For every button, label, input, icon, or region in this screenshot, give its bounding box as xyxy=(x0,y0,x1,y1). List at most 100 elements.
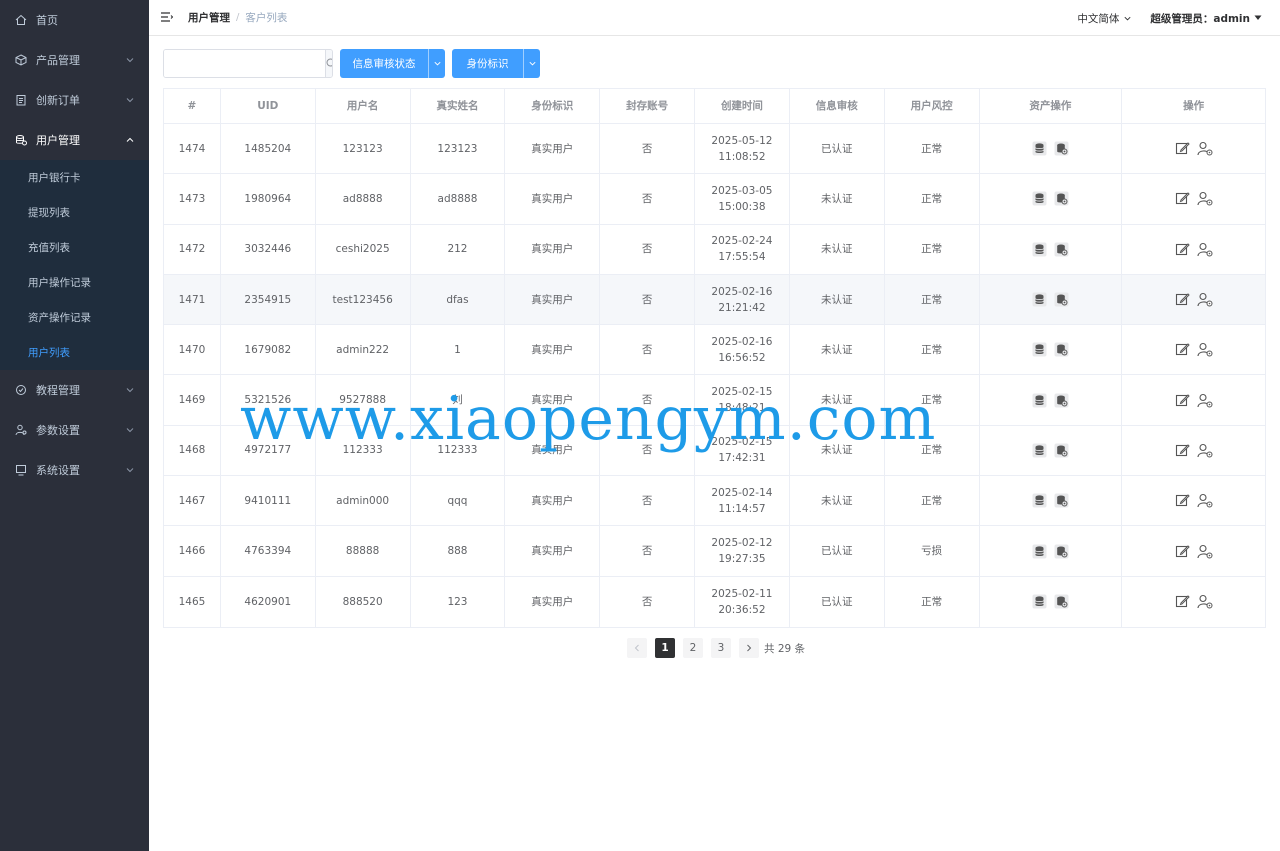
asset-database-icon[interactable] xyxy=(1031,342,1047,358)
table-cell: 123123 xyxy=(411,124,506,174)
table-cell: 正常 xyxy=(885,425,980,476)
asset-database-icon[interactable] xyxy=(1031,241,1047,257)
user-settings-icon[interactable] xyxy=(1197,442,1213,458)
table-cell: 正常 xyxy=(885,174,980,224)
status-filter-button[interactable]: 信息审核状态 xyxy=(340,49,428,78)
status-filter-toggle[interactable] xyxy=(428,49,445,78)
edit-icon[interactable] xyxy=(1175,191,1191,207)
table-row[interactable]: 1466 4763394 88888 888 真实用户否 2025-02-12 19:27… xyxy=(164,526,1265,577)
hamburger-icon[interactable] xyxy=(160,11,174,25)
table-cell: ceshi2025 xyxy=(316,224,411,274)
sidebar-item-tutorials[interactable]: 教程管理 xyxy=(0,370,149,410)
table-cell: 1471 xyxy=(164,274,221,325)
search-group xyxy=(163,49,333,78)
table-cell: 2354915 xyxy=(221,274,316,325)
search-button[interactable] xyxy=(325,50,332,77)
table-row[interactable]: 1467 9410111 admin000 qqq 真实用户否 2025-02-14 11… xyxy=(164,476,1265,527)
edit-icon[interactable] xyxy=(1175,241,1191,257)
asset-database-icon[interactable] xyxy=(1031,392,1047,408)
table-cell: 已认证 xyxy=(790,124,885,174)
user-settings-icon[interactable] xyxy=(1197,342,1213,358)
asset-database-icon[interactable] xyxy=(1031,493,1047,509)
asset-database-icon[interactable] xyxy=(1031,543,1047,559)
table-cell: 正常 xyxy=(885,576,980,627)
asset-settings-icon[interactable] xyxy=(1053,191,1069,207)
table-row[interactable]: 1471 2354915 test123456 dfas 真实用户否 2025-02-16… xyxy=(164,274,1265,326)
asset-settings-icon[interactable] xyxy=(1053,594,1069,610)
user-settings-icon[interactable] xyxy=(1197,141,1213,157)
asset-settings-icon[interactable] xyxy=(1053,342,1069,358)
asset-database-icon[interactable] xyxy=(1031,141,1047,157)
admin-menu[interactable]: 超级管理员：admin xyxy=(1150,11,1262,26)
sidebar-item-params[interactable]: 参数设置 xyxy=(0,410,149,450)
sidebar-item-users[interactable]: 用户管理 xyxy=(0,120,149,160)
edit-icon[interactable] xyxy=(1175,392,1191,408)
table-row[interactable]: 1473 1980964 ad8888 ad8888 真实用户否 2025-03-05 1… xyxy=(164,174,1265,225)
submenu-item-deposits[interactable]: 充值列表 xyxy=(0,230,149,265)
submenu-item-user-list[interactable]: 用户列表 xyxy=(0,335,149,370)
edit-icon[interactable] xyxy=(1175,342,1191,358)
user-settings-icon[interactable] xyxy=(1197,241,1213,257)
asset-settings-icon[interactable] xyxy=(1053,392,1069,408)
page-button-3[interactable]: 3 xyxy=(711,638,731,658)
search-input[interactable] xyxy=(164,50,325,77)
asset-database-icon[interactable] xyxy=(1031,292,1047,308)
table-cell: 真实用户 xyxy=(505,325,601,375)
asset-settings-icon[interactable] xyxy=(1053,442,1069,458)
prev-page-button[interactable] xyxy=(627,638,647,658)
monitor-icon xyxy=(14,463,28,477)
table-cell: 4763394 xyxy=(221,526,316,576)
table-cell: 1980964 xyxy=(221,174,316,224)
asset-database-icon[interactable] xyxy=(1031,594,1047,610)
sidebar-item-home[interactable]: 首页 xyxy=(0,0,149,40)
table-row[interactable]: 1474 1485204 123123 123123 真实用户否 2025-05-12 1… xyxy=(164,124,1265,175)
user-settings-icon[interactable] xyxy=(1197,292,1213,308)
user-settings-icon[interactable] xyxy=(1197,191,1213,207)
edit-icon[interactable] xyxy=(1175,493,1191,509)
column-header: 封存账号 xyxy=(600,89,696,123)
asset-settings-icon[interactable] xyxy=(1053,141,1069,157)
row-actions xyxy=(1122,476,1265,525)
submenu-item-user-logs[interactable]: 用户操作记录 xyxy=(0,265,149,300)
user-settings-icon[interactable] xyxy=(1197,543,1213,559)
asset-settings-icon[interactable] xyxy=(1053,292,1069,308)
table-cell: dfas xyxy=(411,274,506,325)
sidebar-item-orders[interactable]: 创新订单 xyxy=(0,80,149,120)
breadcrumb-parent[interactable]: 用户管理 xyxy=(188,10,230,25)
sidebar-item-system[interactable]: 系统设置 xyxy=(0,450,149,490)
user-settings-icon[interactable] xyxy=(1197,493,1213,509)
table-row[interactable]: 1472 3032446 ceshi2025 212 真实用户否 2025-02-24 1… xyxy=(164,224,1265,275)
asset-actions xyxy=(980,174,1123,224)
edit-icon[interactable] xyxy=(1175,543,1191,559)
submenu-item-bank-cards[interactable]: 用户银行卡 xyxy=(0,160,149,195)
user-settings-icon[interactable] xyxy=(1197,392,1213,408)
edit-icon[interactable] xyxy=(1175,141,1191,157)
table-row[interactable]: 1468 4972177 112333 112333 真实用户否 2025-02-15 1… xyxy=(164,425,1265,477)
next-page-button[interactable] xyxy=(739,638,759,658)
identity-filter-button[interactable]: 身份标识 xyxy=(452,49,523,78)
table-row[interactable]: 1465 4620901 888520 123 真实用户否 2025-02-11 20:3… xyxy=(164,576,1265,627)
column-header: 身份标识 xyxy=(505,89,601,123)
identity-filter-toggle[interactable] xyxy=(523,49,540,78)
edit-icon[interactable] xyxy=(1175,594,1191,610)
table-row[interactable]: 1469 5321526 9527888 刘真实用户否 2025-02-15 18:48… xyxy=(164,375,1265,426)
asset-database-icon[interactable] xyxy=(1031,191,1047,207)
row-actions xyxy=(1122,426,1265,475)
sidebar-item-products[interactable]: 产品管理 xyxy=(0,40,149,80)
submenu-item-withdrawals[interactable]: 提现列表 xyxy=(0,195,149,230)
edit-icon[interactable] xyxy=(1175,292,1191,308)
asset-database-icon[interactable] xyxy=(1031,442,1047,458)
created-time: 2025-02-15 18:48:21 xyxy=(711,386,773,415)
edit-icon[interactable] xyxy=(1175,442,1191,458)
page-button-2[interactable]: 2 xyxy=(683,638,703,658)
page-button-1[interactable]: 1 xyxy=(655,638,675,658)
table-cell: 2025-02-11 20:36:52 xyxy=(695,576,790,627)
asset-settings-icon[interactable] xyxy=(1053,241,1069,257)
submenu-item-asset-logs[interactable]: 资产操作记录 xyxy=(0,300,149,335)
table-cell: 1473 xyxy=(164,174,221,224)
asset-settings-icon[interactable] xyxy=(1053,493,1069,509)
user-settings-icon[interactable] xyxy=(1197,594,1213,610)
table-row[interactable]: 1470 1679082 admin222 1 真实用户否 2025-02-16 16:5… xyxy=(164,325,1265,376)
asset-settings-icon[interactable] xyxy=(1053,543,1069,559)
language-select[interactable]: 中文简体 xyxy=(1077,11,1132,26)
